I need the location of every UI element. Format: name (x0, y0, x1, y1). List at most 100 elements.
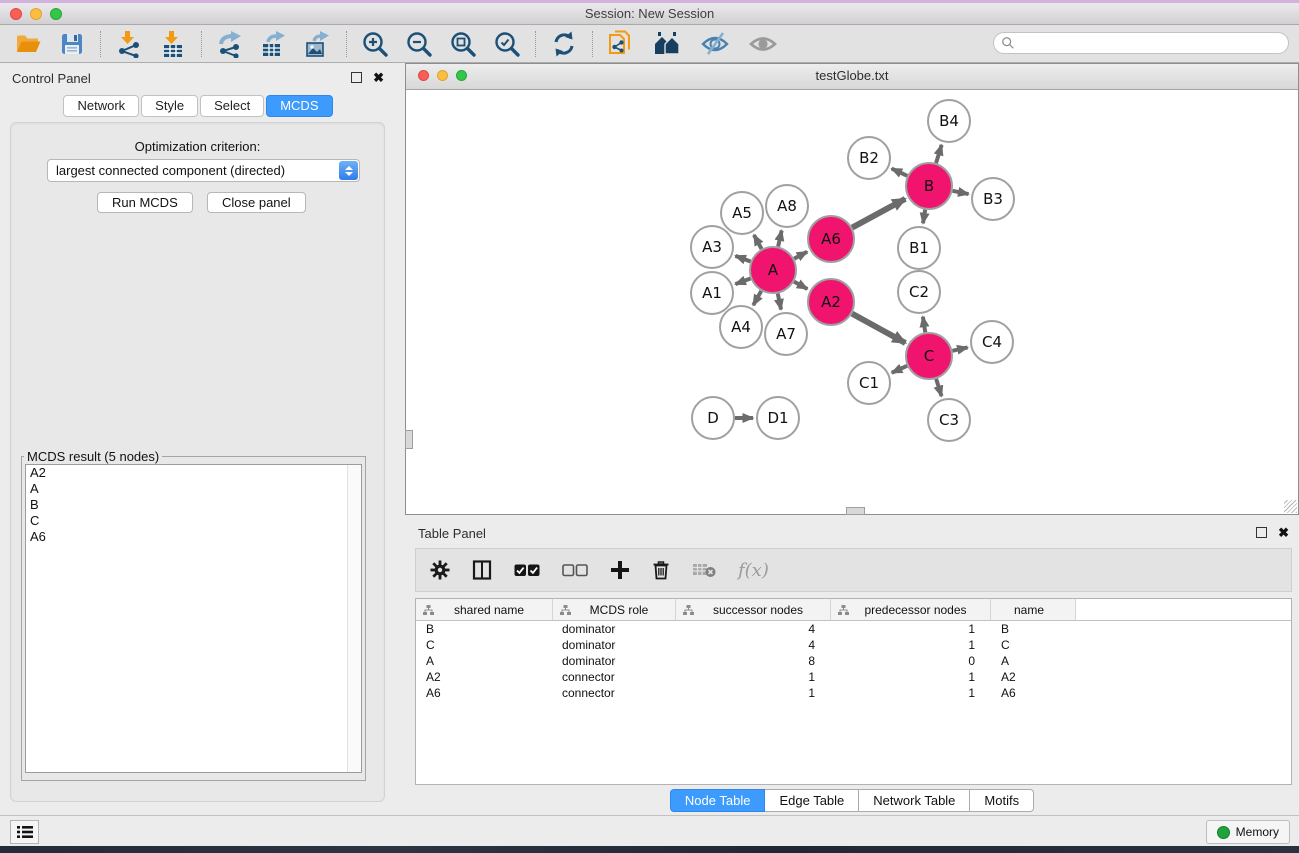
graph-node-A[interactable]: A (750, 247, 796, 293)
import-table-icon[interactable] (159, 30, 187, 58)
zoom-selected-icon[interactable] (493, 30, 521, 58)
graph-edge-A-A3[interactable] (735, 256, 750, 262)
column-header-name[interactable]: name (991, 599, 1076, 620)
graph-edge-C-C4[interactable] (952, 347, 967, 350)
graph-node-B[interactable]: B (906, 163, 952, 209)
zoom-out-icon[interactable] (405, 30, 433, 58)
resize-grip[interactable] (1284, 500, 1297, 513)
show-panels-list-button[interactable] (10, 820, 39, 844)
table-row[interactable]: Bdominator41B (416, 621, 1291, 637)
table-row[interactable]: A2connector11A2 (416, 669, 1291, 685)
table-cell[interactable]: 1 (676, 686, 831, 700)
select-all-icon[interactable] (514, 564, 540, 577)
graph-edge-B-B3[interactable] (953, 191, 969, 194)
graph-edge-A-A1[interactable] (735, 278, 750, 284)
graph-edge-A-A8[interactable] (778, 230, 782, 246)
column-header-predecessor-nodes[interactable]: predecessor nodes (831, 599, 991, 620)
mcds-result-item[interactable]: A2 (26, 465, 361, 481)
mcds-result-list[interactable]: A2ABCA6 (25, 464, 362, 773)
tab-edge-table[interactable]: Edge Table (765, 789, 859, 812)
graph-node-C2[interactable]: C2 (898, 271, 940, 313)
tab-motifs[interactable]: Motifs (970, 789, 1034, 812)
function-builder-icon[interactable]: f(x) (738, 560, 769, 581)
network-canvas[interactable]: AA1A2A3A4A5A6A7A8BB1B2B3B4CC1C2C3C4DD1 (407, 90, 1297, 513)
table-cell[interactable]: 8 (676, 654, 831, 668)
graph-node-B3[interactable]: B3 (972, 178, 1014, 220)
graph-edge-C-C3[interactable] (936, 379, 941, 396)
table-cell[interactable]: B (416, 622, 553, 636)
float-panel-icon[interactable] (351, 72, 362, 83)
graph-node-A6[interactable]: A6 (808, 216, 854, 262)
table-cell[interactable]: 4 (676, 622, 831, 636)
new-network-from-selection-icon[interactable] (607, 30, 635, 58)
export-network-icon[interactable] (216, 30, 244, 58)
table-cell[interactable]: dominator (553, 638, 676, 652)
table-cell[interactable]: A2 (416, 670, 553, 684)
graph-edge-A-A5[interactable] (754, 235, 762, 249)
graph-node-B1[interactable]: B1 (898, 227, 940, 269)
graph-edge-C-C1[interactable] (892, 366, 907, 373)
memory-button[interactable]: Memory (1206, 820, 1290, 844)
tab-style[interactable]: Style (141, 95, 198, 117)
table-cell[interactable]: C (416, 638, 553, 652)
close-panel-icon[interactable]: ✖ (1278, 528, 1289, 537)
graph-node-A4[interactable]: A4 (720, 306, 762, 348)
graph-node-A2[interactable]: A2 (808, 279, 854, 325)
delete-table-icon[interactable] (692, 562, 716, 578)
table-cell[interactable]: 0 (831, 654, 991, 668)
tab-network[interactable]: Network (63, 95, 139, 117)
graph-edge-C-C2[interactable] (923, 317, 925, 333)
close-panel-icon[interactable]: ✖ (373, 73, 384, 82)
mcds-result-scrollbar[interactable] (347, 465, 361, 772)
minimize-window-button[interactable] (30, 8, 42, 20)
table-row[interactable]: Adominator80A (416, 653, 1291, 669)
table-row[interactable]: Cdominator41C (416, 637, 1291, 653)
table-cell[interactable]: C (991, 638, 1076, 652)
splitter-handle[interactable] (405, 430, 413, 449)
add-column-icon[interactable] (610, 560, 630, 580)
optimization-criterion-dropdown[interactable]: largest connected component (directed) (47, 159, 360, 182)
tab-mcds[interactable]: MCDS (266, 95, 332, 117)
mcds-result-item[interactable]: B (26, 497, 361, 513)
zoom-window-button[interactable] (50, 8, 62, 20)
graph-node-C[interactable]: C (906, 333, 952, 379)
table-cell[interactable]: 4 (676, 638, 831, 652)
hide-selected-icon[interactable] (699, 30, 731, 58)
graph-node-D[interactable]: D (692, 397, 734, 439)
column-header-shared-name[interactable]: shared name (416, 599, 553, 620)
network-close-button[interactable] (418, 70, 429, 81)
column-header-successor-nodes[interactable]: successor nodes (676, 599, 831, 620)
graph-edge-B-B2[interactable] (892, 169, 908, 176)
save-session-icon[interactable] (58, 30, 86, 58)
close-window-button[interactable] (10, 8, 22, 20)
network-minimize-button[interactable] (437, 70, 448, 81)
graph-edge-B-B1[interactable] (923, 210, 925, 224)
tab-select[interactable]: Select (200, 95, 264, 117)
graph-node-C4[interactable]: C4 (971, 321, 1013, 363)
graph-node-C1[interactable]: C1 (848, 362, 890, 404)
graph-edge-A-A2[interactable] (794, 282, 807, 289)
table-cell[interactable]: 1 (831, 638, 991, 652)
graph-node-A3[interactable]: A3 (691, 226, 733, 268)
run-mcds-button[interactable]: Run MCDS (97, 192, 193, 213)
graph-edge-A2-C[interactable] (852, 314, 905, 343)
network-window-titlebar[interactable]: testGlobe.txt (406, 64, 1298, 90)
close-panel-button[interactable]: Close panel (207, 192, 306, 213)
deselect-all-icon[interactable] (562, 564, 588, 577)
graph-edge-A-A7[interactable] (778, 294, 781, 310)
refresh-icon[interactable] (550, 30, 578, 58)
table-cell[interactable]: connector (553, 670, 676, 684)
table-cell[interactable]: A2 (991, 670, 1076, 684)
search-input[interactable] (1015, 34, 1288, 52)
column-visibility-icon[interactable] (472, 560, 492, 580)
tab-node-table[interactable]: Node Table (670, 789, 766, 812)
table-cell[interactable]: dominator (553, 622, 676, 636)
graph-node-A7[interactable]: A7 (765, 313, 807, 355)
mcds-result-item[interactable]: A6 (26, 529, 361, 545)
graph-edge-A-A6[interactable] (794, 252, 807, 259)
table-cell[interactable]: 1 (676, 670, 831, 684)
float-panel-icon[interactable] (1256, 527, 1267, 538)
import-network-icon[interactable] (115, 30, 143, 58)
open-session-icon[interactable] (14, 30, 42, 58)
mcds-result-item[interactable]: A (26, 481, 361, 497)
